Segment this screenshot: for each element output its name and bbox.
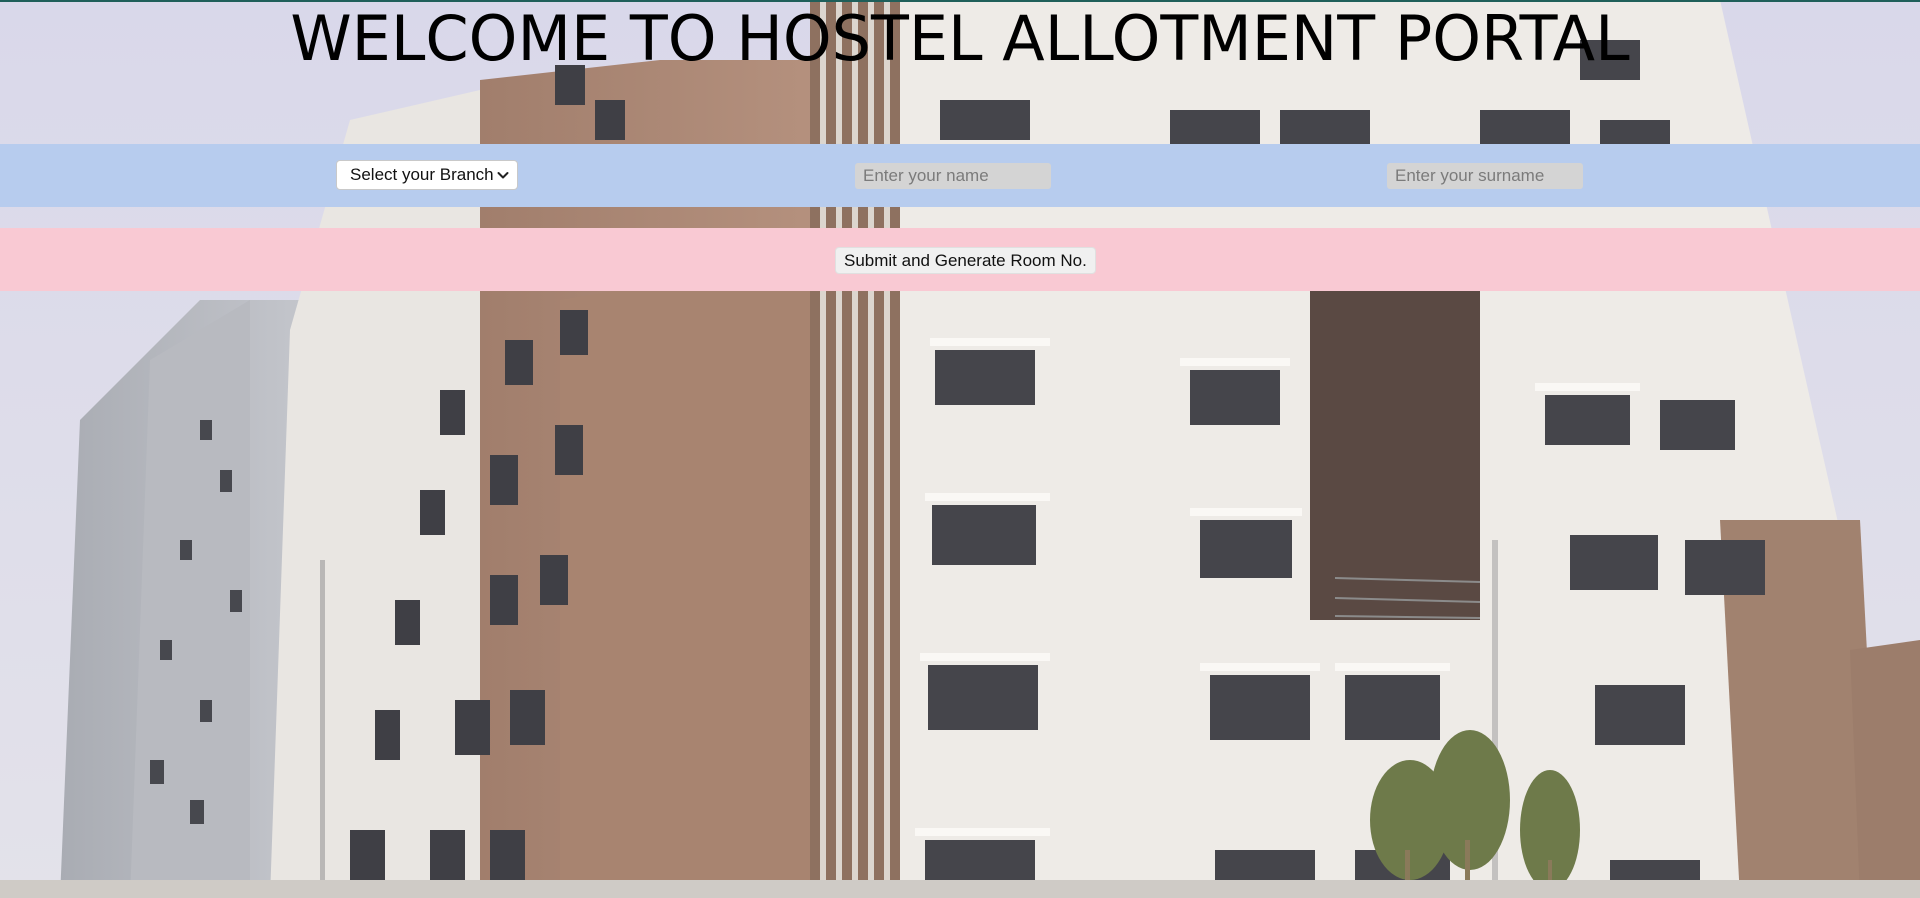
chevron-down-icon <box>497 172 509 179</box>
submit-generate-room-button[interactable]: Submit and Generate Room No. <box>835 247 1096 274</box>
branch-select[interactable]: Select your Branch <box>336 160 518 190</box>
student-details-form: Select your Branch <box>0 144 1920 207</box>
branch-select-value: Select your Branch <box>350 165 494 184</box>
name-input[interactable] <box>855 163 1051 189</box>
background-building-image <box>0 0 1920 898</box>
submit-section: Submit and Generate Room No. <box>0 228 1920 291</box>
page-title: WELCOME TO HOSTEL ALLOTMENT PORTAL <box>290 2 1630 75</box>
surname-input[interactable] <box>1387 163 1583 189</box>
page: WELCOME TO HOSTEL ALLOTMENT PORTAL Selec… <box>0 0 1920 898</box>
